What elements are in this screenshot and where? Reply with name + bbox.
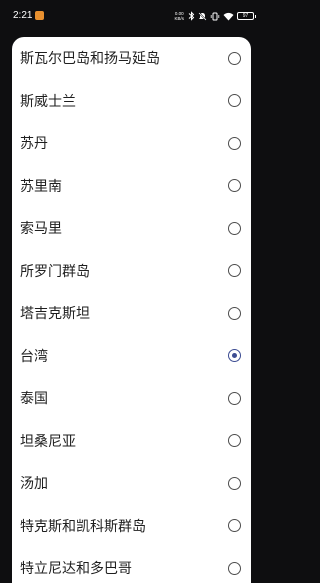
country-option-label: 斯威士兰 bbox=[20, 93, 76, 110]
notification-app-icon bbox=[35, 11, 44, 20]
battery-icon: 97 bbox=[237, 12, 256, 20]
country-option[interactable]: 台湾 bbox=[12, 335, 251, 378]
country-option[interactable]: 塔吉克斯坦 bbox=[12, 292, 251, 335]
radio-button-icon[interactable] bbox=[228, 561, 241, 575]
country-option-label: 苏里南 bbox=[20, 178, 62, 195]
country-option-label: 所罗门群岛 bbox=[20, 263, 90, 280]
bluetooth-icon bbox=[188, 11, 195, 21]
country-option-label: 坦桑尼亚 bbox=[20, 433, 76, 450]
country-option[interactable]: 斯威士兰 bbox=[12, 80, 251, 123]
radio-button-selected-icon[interactable] bbox=[228, 349, 241, 363]
country-option-label: 塔吉克斯坦 bbox=[20, 306, 90, 323]
radio-button-icon[interactable] bbox=[228, 306, 241, 320]
country-option-label: 泰国 bbox=[20, 391, 48, 408]
country-option-label: 台湾 bbox=[20, 348, 48, 365]
radio-button-icon[interactable] bbox=[228, 136, 241, 150]
country-option-label: 苏丹 bbox=[20, 136, 48, 153]
radio-button-icon[interactable] bbox=[228, 179, 241, 193]
radio-button-icon[interactable] bbox=[228, 434, 241, 448]
country-option[interactable]: 所罗门群岛 bbox=[12, 250, 251, 293]
country-option[interactable]: 索马里 bbox=[12, 207, 251, 250]
country-option[interactable]: 苏里南 bbox=[12, 165, 251, 208]
radio-button-icon[interactable] bbox=[228, 51, 241, 65]
mute-icon bbox=[198, 11, 207, 21]
status-time: 2:21 bbox=[13, 10, 33, 21]
network-speed-unit: KB/s bbox=[174, 16, 184, 21]
country-option-label: 索马里 bbox=[20, 221, 62, 238]
country-option[interactable]: 苏丹 bbox=[12, 122, 251, 165]
wifi-icon bbox=[223, 12, 234, 20]
country-option[interactable]: 坦桑尼亚 bbox=[12, 420, 251, 463]
country-option-label: 汤加 bbox=[20, 476, 48, 493]
status-icons: 0.00 KB/s 97 bbox=[174, 9, 256, 23]
country-option-label: 斯瓦尔巴岛和扬马延岛 bbox=[20, 51, 160, 68]
country-picker-dialog: 斯瓦尔巴岛和扬马延岛 斯威士兰 苏丹 苏里南 索马里 所罗门群岛 塔吉克斯坦 台… bbox=[12, 37, 251, 583]
country-option[interactable]: 汤加 bbox=[12, 462, 251, 505]
radio-button-icon[interactable] bbox=[228, 391, 241, 405]
country-option[interactable]: 斯瓦尔巴岛和扬马延岛 bbox=[12, 37, 251, 80]
country-option-list: 斯瓦尔巴岛和扬马延岛 斯威士兰 苏丹 苏里南 索马里 所罗门群岛 塔吉克斯坦 台… bbox=[12, 37, 251, 583]
status-bar: 2:21 0.00 KB/s 97 bbox=[0, 0, 263, 32]
radio-button-icon[interactable] bbox=[228, 476, 241, 490]
vibrate-icon bbox=[210, 12, 220, 20]
country-option[interactable]: 泰国 bbox=[12, 377, 251, 420]
radio-button-icon[interactable] bbox=[228, 221, 241, 235]
country-option-label: 特立尼达和多巴哥 bbox=[20, 561, 132, 578]
radio-button-icon[interactable] bbox=[228, 94, 241, 108]
country-option[interactable]: 特克斯和凯科斯群岛 bbox=[12, 505, 251, 548]
network-speed: 0.00 KB/s bbox=[174, 11, 184, 21]
radio-button-icon[interactable] bbox=[228, 264, 241, 278]
country-option[interactable]: 特立尼达和多巴哥 bbox=[12, 547, 251, 583]
country-option-label: 特克斯和凯科斯群岛 bbox=[20, 518, 146, 535]
radio-button-icon[interactable] bbox=[228, 519, 241, 533]
